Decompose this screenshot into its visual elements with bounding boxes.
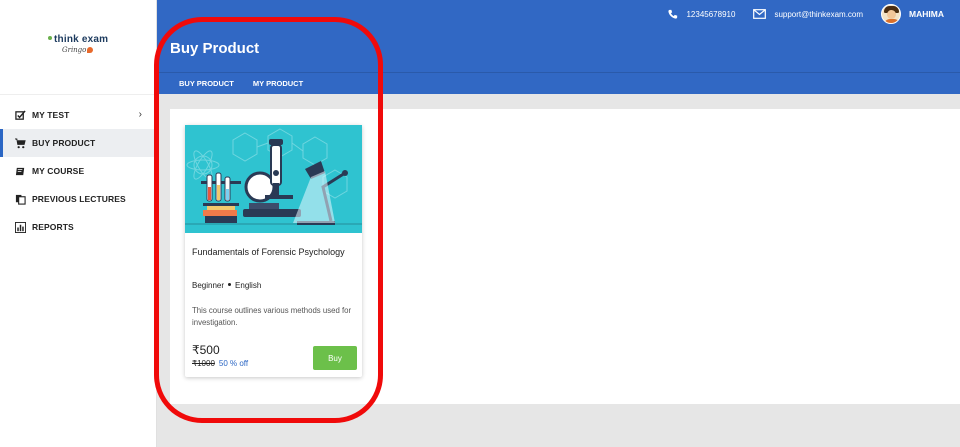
page-title: Buy Product <box>170 40 260 57</box>
logo-brand: think exam <box>48 34 108 45</box>
tab-my-product[interactable]: MY PRODUCT <box>253 73 303 94</box>
email-address: support@thinkexam.com <box>774 9 864 19</box>
bar-chart-icon <box>14 221 26 233</box>
user-name: MAHIMA <box>909 9 944 19</box>
avatar <box>881 4 902 24</box>
sidebar-item-label: BUY PRODUCT <box>32 138 96 148</box>
phone-number: 12345678910 <box>686 9 736 19</box>
product-meta: Beginner English <box>192 281 261 290</box>
chevron-right-icon[interactable]: › <box>139 109 142 120</box>
copy-icon <box>14 193 26 205</box>
tab-bar: BUY PRODUCT MY PRODUCT <box>157 72 960 94</box>
logo-tagline-text: Gringo <box>62 46 87 54</box>
envelope-icon <box>753 9 767 19</box>
book-icon <box>14 165 26 177</box>
logo-tagline: Gringo <box>62 46 94 54</box>
sidebar-item-label: PREVIOUS LECTURES <box>32 194 126 204</box>
checkbox-icon <box>14 109 26 121</box>
sidebar-item-my-course[interactable]: MY COURSE <box>0 157 156 185</box>
discount-label: 50 % off <box>218 359 249 368</box>
product-card[interactable]: Fundamentals of Forensic Psychology Begi… <box>185 125 362 377</box>
bullet-icon <box>228 283 232 286</box>
sidebar-item-buy-product[interactable]: BUY PRODUCT <box>0 129 156 157</box>
cart-icon <box>14 137 26 149</box>
product-language: English <box>235 281 262 290</box>
header: 12345678910 support@thinkexam.com MAHIMA… <box>157 0 960 94</box>
user-menu[interactable]: MAHIMA <box>881 4 944 24</box>
product-level: Beginner <box>192 281 225 290</box>
sidebar-item-label: MY TEST <box>32 110 70 120</box>
tab-buy-product[interactable]: BUY PRODUCT <box>179 73 234 94</box>
original-price-value: ₹1000 <box>192 359 215 368</box>
phone-icon <box>668 9 678 19</box>
sidebar-item-reports[interactable]: REPORTS <box>0 213 156 241</box>
product-original-price: ₹1000 50 % off <box>192 359 248 368</box>
logo-dot-icon <box>48 36 52 40</box>
sidebar-item-label: MY COURSE <box>32 166 85 176</box>
buy-button[interactable]: Buy <box>313 346 357 370</box>
phone-contact[interactable]: 12345678910 <box>668 9 735 19</box>
sidebar-nav: MY TEST › BUY PRODUCT MY COURSE PREVIOUS… <box>0 95 156 241</box>
sidebar-item-label: REPORTS <box>32 222 74 232</box>
logo-blob-icon <box>87 47 94 53</box>
sidebar-item-previous-lectures[interactable]: PREVIOUS LECTURES <box>0 185 156 213</box>
logo[interactable]: think exam Gringo <box>0 0 156 95</box>
email-contact[interactable]: support@thinkexam.com <box>753 9 863 19</box>
product-description: This course outlines various methods use… <box>192 306 352 327</box>
sidebar-item-my-test[interactable]: MY TEST › <box>0 101 156 129</box>
sidebar: think exam Gringo MY TEST › BUY PRODUCT … <box>0 0 157 447</box>
product-image <box>185 125 362 233</box>
product-title[interactable]: Fundamentals of Forensic Psychology <box>192 245 352 259</box>
product-price: ₹500 <box>192 343 220 357</box>
logo-brand-text: think exam <box>54 34 109 45</box>
topbar: 12345678910 support@thinkexam.com MAHIMA <box>668 0 960 28</box>
